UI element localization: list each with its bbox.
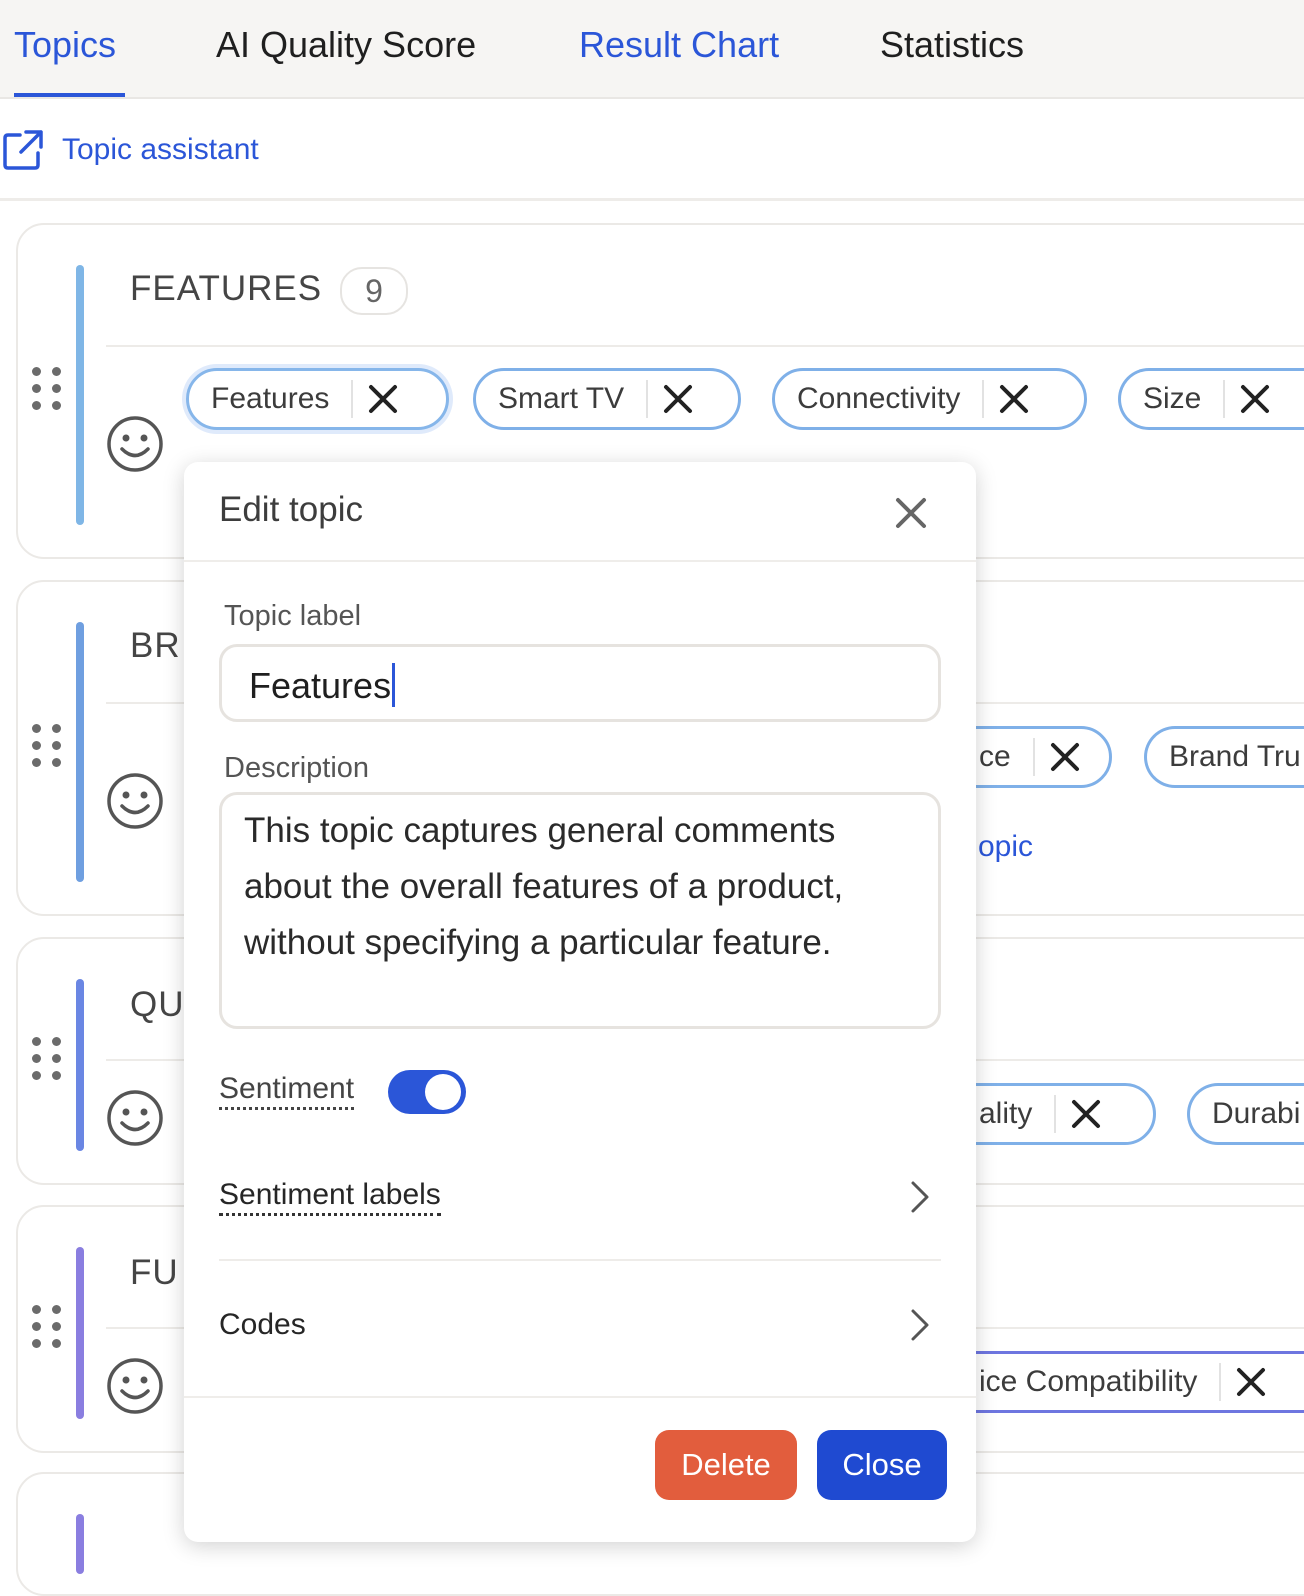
smiley-icon[interactable] xyxy=(106,415,164,473)
chip-label: ice Compatibility xyxy=(979,1365,1198,1398)
description-textarea[interactable]: This topic captures general comments abo… xyxy=(219,792,941,1029)
sentiment-toggle[interactable] xyxy=(388,1070,466,1114)
chip-label: Smart TV xyxy=(498,382,625,415)
group-title: QU xyxy=(130,985,185,1024)
topic-label-value: Features xyxy=(249,665,392,706)
popover-title: Edit topic xyxy=(219,490,363,529)
group-accent-bar xyxy=(76,1514,84,1574)
group-title: BR xyxy=(130,626,181,665)
chevron-right-icon xyxy=(911,1309,929,1341)
divider xyxy=(106,345,1304,347)
remove-chip-icon[interactable] xyxy=(1221,1354,1281,1410)
delete-button[interactable]: Delete xyxy=(655,1430,797,1500)
group-count-badge: 9 xyxy=(340,267,408,315)
tab-topics[interactable]: Topics xyxy=(14,24,116,66)
divider xyxy=(0,198,1304,201)
smiley-icon[interactable] xyxy=(106,1357,164,1415)
topic-assistant-label: Topic assistant xyxy=(62,133,259,166)
remove-chip-icon[interactable] xyxy=(1035,729,1095,785)
topic-assistant-link[interactable]: Topic assistant xyxy=(0,126,259,174)
close-button[interactable]: Close xyxy=(817,1430,947,1500)
topic-label-input[interactable]: Features xyxy=(219,644,941,722)
topic-chip[interactable]: Smart TV xyxy=(473,368,741,430)
sentiment-label: Sentiment xyxy=(219,1074,355,1110)
drag-handle-icon[interactable] xyxy=(32,1305,66,1353)
external-link-icon xyxy=(3,130,43,170)
sentiment-labels-row[interactable]: Sentiment labels xyxy=(219,1166,941,1230)
group-accent-bar xyxy=(76,1247,84,1419)
chevron-right-icon xyxy=(911,1181,929,1213)
topic-chip[interactable]: Durabi xyxy=(1187,1083,1304,1145)
smiley-icon[interactable] xyxy=(106,1089,164,1147)
group-title: FEATURES xyxy=(130,269,323,308)
chip-label: Connectivity xyxy=(797,382,961,415)
description-caption: Description xyxy=(224,752,370,784)
popover-arrow xyxy=(196,444,232,463)
topic-chip[interactable]: Brand Tru xyxy=(1144,726,1304,788)
chip-label: Features xyxy=(211,382,330,415)
topic-chip[interactable]: ice Compatibility xyxy=(940,1351,1304,1413)
close-icon[interactable] xyxy=(886,488,936,538)
chip-label: Size xyxy=(1143,382,1202,415)
smiley-icon[interactable] xyxy=(106,772,164,830)
tab-statistics[interactable]: Statistics xyxy=(880,24,1024,66)
tab-result-chart[interactable]: Result Chart xyxy=(579,24,779,66)
topic-label-caption: Topic label xyxy=(224,600,362,632)
active-tab-indicator xyxy=(14,93,125,97)
codes-row[interactable]: Codes xyxy=(219,1294,941,1358)
topic-chip[interactable]: Features xyxy=(186,368,449,430)
group-accent-bar xyxy=(76,622,84,882)
popover-footer: Delete Close xyxy=(184,1396,976,1542)
text-cursor xyxy=(392,663,396,707)
tab-bar: Topics AI Quality Score Result Chart Sta… xyxy=(0,0,1304,99)
chip-label: Durabi xyxy=(1212,1097,1301,1130)
topic-chip[interactable]: Size xyxy=(1118,368,1304,430)
drag-handle-icon[interactable] xyxy=(32,367,66,415)
group-title: FU xyxy=(130,1253,179,1292)
drag-handle-icon[interactable] xyxy=(32,724,66,772)
chip-label: Brand Tru xyxy=(1169,740,1301,773)
group-accent-bar xyxy=(76,979,84,1151)
edit-topic-popover: Edit topic Topic label Features Descript… xyxy=(184,462,976,1542)
topic-chip[interactable]: Connectivity xyxy=(772,368,1087,430)
remove-chip-icon[interactable] xyxy=(1056,1086,1116,1142)
popover-header: Edit topic xyxy=(184,462,976,562)
tab-ai-quality-score[interactable]: AI Quality Score xyxy=(216,24,476,66)
remove-chip-icon[interactable] xyxy=(353,371,413,427)
codes-label: Codes xyxy=(219,1308,306,1341)
divider xyxy=(219,1259,941,1261)
drag-handle-icon[interactable] xyxy=(32,1037,66,1085)
remove-chip-icon[interactable] xyxy=(648,371,708,427)
group-accent-bar xyxy=(76,265,84,525)
remove-chip-icon[interactable] xyxy=(984,371,1044,427)
remove-chip-icon[interactable] xyxy=(1225,371,1285,427)
add-topic-link[interactable]: opic xyxy=(978,830,1033,864)
sentiment-labels-label: Sentiment labels xyxy=(219,1180,441,1216)
